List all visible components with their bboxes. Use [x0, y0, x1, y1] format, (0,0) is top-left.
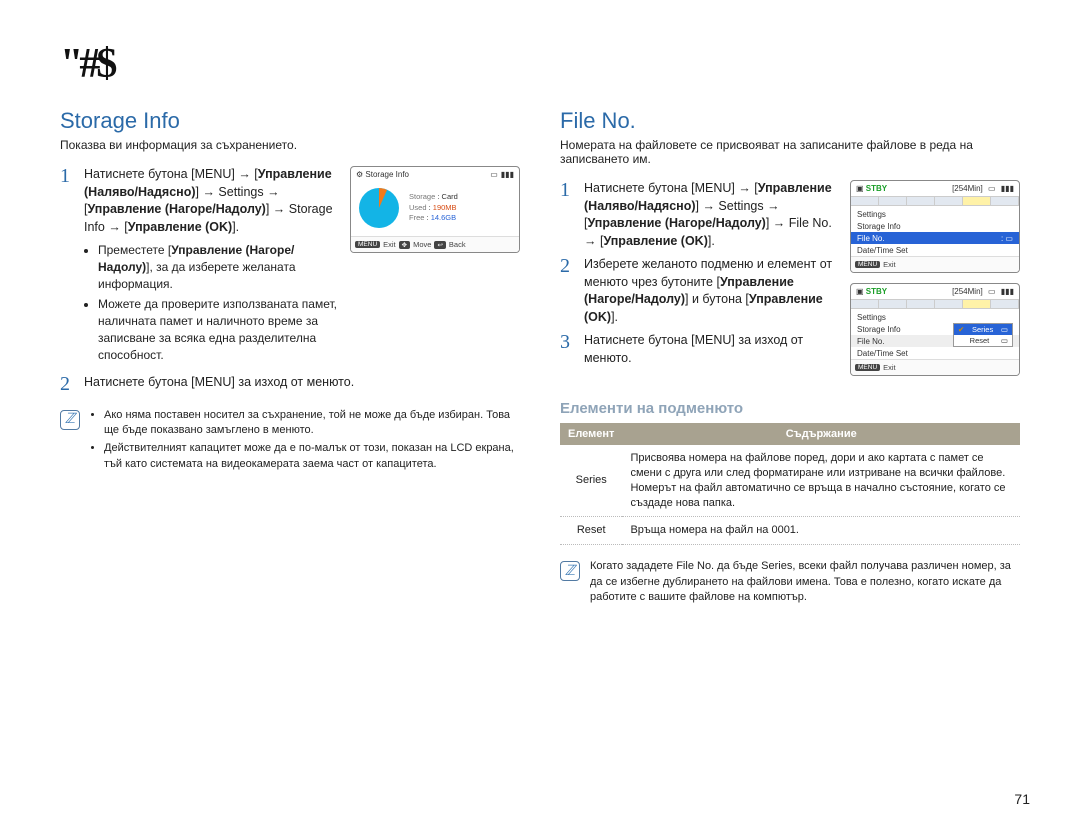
fileno-step-1: 1 Натиснете бутона [MENU] → [Управление … [560, 180, 840, 250]
legend-free-label: Free [409, 213, 424, 222]
fileno-section: File No. Номерата на файловете се присво… [560, 108, 1020, 605]
page-number: 71 [1014, 791, 1030, 807]
lcd-move-label: Move [413, 240, 431, 249]
desc-cell: Присвоява номера на файлове поред, дори … [622, 445, 1020, 517]
fileno-heading: File No. [560, 108, 1020, 134]
step-number: 1 [60, 166, 74, 186]
fileno-popup: ✔Series▭ Reset▭ [953, 323, 1013, 347]
step-text: Натиснете бутона [MENU] за изход от меню… [84, 374, 520, 392]
note-item: Действителният капацитет може да е по-ма… [104, 441, 520, 472]
lcd-menu-btn: MENU [355, 241, 380, 248]
lcd-exit-label: Exit [883, 363, 896, 372]
step-text: Изберете желаното подменю и елемент от м… [584, 256, 840, 326]
pie-chart-icon [357, 186, 401, 230]
legend-used-value: 190MB [433, 203, 457, 212]
table-row: Series Присвоява номера на файлове поред… [560, 445, 1020, 517]
menu-row-fileno: File No.: ▭ [851, 232, 1019, 244]
menu-row-datetime: Date/Time Set [851, 244, 1019, 256]
step-number: 1 [560, 180, 574, 200]
menu-row-storageinfo: Storage Info [851, 220, 1019, 232]
lcd-exit-label: Exit [883, 260, 896, 269]
item-cell: Reset [560, 517, 622, 545]
storage-info-section: Storage Info Показва ви информация за съ… [60, 108, 520, 605]
menu-label: Storage Info [857, 325, 901, 334]
menu-label: Storage Info [857, 222, 901, 231]
storage-subtitle: Показва ви информация за съхранението. [60, 138, 520, 152]
page-title: "#$ [60, 40, 1020, 88]
stby-label: STBY [866, 287, 887, 296]
note-item: Ако няма поставен носител за съхранение,… [104, 408, 520, 439]
battery-icon: ▮▮▮ [501, 170, 514, 179]
menu-label: File No. [857, 234, 885, 243]
card-icon: ▭ [490, 170, 498, 179]
legend-storage-label: Storage [409, 192, 435, 201]
popup-option-series: ✔Series▭ [954, 324, 1012, 335]
note-text: Когато зададете File No. да бъде Series,… [590, 559, 1020, 605]
th-content: Съдържание [622, 423, 1020, 445]
storage-step-1: 1 Натиснете бутона [MENU] → [Управление … [60, 166, 342, 368]
step-text: Натиснете бутона [MENU] за изход от меню… [584, 332, 840, 367]
storage-note: ℤ Ако няма поставен носител за съхранени… [60, 408, 520, 476]
step-bullet: Можете да проверите използваната памет, … [98, 296, 342, 363]
dpad-icon: ✥ [399, 241, 410, 249]
storage-lcd: ⚙ Storage Info ▭▮▮▮ Storage : Card Used … [350, 166, 520, 253]
popup-label: Reset [970, 336, 990, 345]
legend-storage-value: Card [442, 192, 458, 201]
step-number: 3 [560, 332, 574, 352]
menu-label: File No. [857, 337, 885, 346]
step-bullet: Преместете [Управление (Нагоре/Надолу)],… [98, 242, 342, 292]
menu-label: Date/Time Set [857, 246, 908, 255]
back-icon: ↩ [434, 241, 445, 249]
battery-icon: ▮▮▮ [1001, 184, 1014, 193]
menu-label: Settings [857, 210, 886, 219]
submenu-heading: Елементи на подменюто [560, 400, 1020, 417]
fileno-step-3: 3 Натиснете бутона [MENU] за изход от ме… [560, 332, 840, 367]
menu-label: Settings [857, 313, 886, 322]
table-row: Reset Връща номера на файл на 0001. [560, 517, 1020, 545]
card-icon: ▭ [988, 287, 996, 296]
note-icon: ℤ [60, 410, 80, 430]
time-remaining: [254Min] [952, 184, 983, 193]
battery-icon: ▮▮▮ [1001, 287, 1014, 296]
menu-row-settings: Settings [851, 208, 1019, 220]
submenu-table: Елемент Съдържание Series Присвоява номе… [560, 423, 1020, 545]
legend-free-value: 14.6GB [431, 213, 456, 222]
step-number: 2 [560, 256, 574, 276]
popup-label: Series [972, 325, 993, 334]
lcd-back-label: Back [449, 240, 466, 249]
fileno-lcd-1: ▣ STBY [254Min] ▭ ▮▮▮ Settings Storage I… [850, 180, 1020, 273]
fileno-lcd-2: ▣ STBY [254Min] ▭ ▮▮▮ Settings Storage I… [850, 283, 1020, 376]
step-text: Натиснете бутона [MENU] → [Управление (Н… [84, 167, 333, 234]
th-item: Елемент [560, 423, 622, 445]
menu-row-datetime: Date/Time Set [851, 347, 1019, 359]
menu-row-settings: Settings [851, 311, 1019, 323]
stby-label: STBY [866, 184, 887, 193]
item-cell: Series [560, 445, 622, 517]
card-icon: ▭ [988, 184, 996, 193]
legend-used-label: Used [409, 203, 427, 212]
lcd-menu-btn: MENU [855, 364, 880, 371]
desc-cell: Връща номера на файл на 0001. [622, 517, 1020, 545]
fileno-note: ℤ Когато зададете File No. да бъде Serie… [560, 559, 1020, 605]
camera-icon: ▣ [856, 287, 864, 296]
lcd-exit-label: Exit [383, 240, 396, 249]
time-remaining: [254Min] [952, 287, 983, 296]
storage-step-2: 2 Натиснете бутона [MENU] за изход от ме… [60, 374, 520, 394]
fileno-step-2: 2 Изберете желаното подменю и елемент от… [560, 256, 840, 326]
lcd-storage-title: Storage Info [365, 170, 409, 179]
storage-heading: Storage Info [60, 108, 520, 134]
lcd-menu-btn: MENU [855, 261, 880, 268]
camera-icon: ▣ [856, 184, 864, 193]
popup-option-reset: Reset▭ [954, 335, 1012, 346]
step-number: 2 [60, 374, 74, 394]
menu-label: Date/Time Set [857, 349, 908, 358]
note-icon: ℤ [560, 561, 580, 581]
fileno-subtitle: Номерата на файловете се присвояват на з… [560, 138, 1020, 166]
step-text: Натиснете бутона [MENU] → [Управление (Н… [584, 180, 840, 250]
